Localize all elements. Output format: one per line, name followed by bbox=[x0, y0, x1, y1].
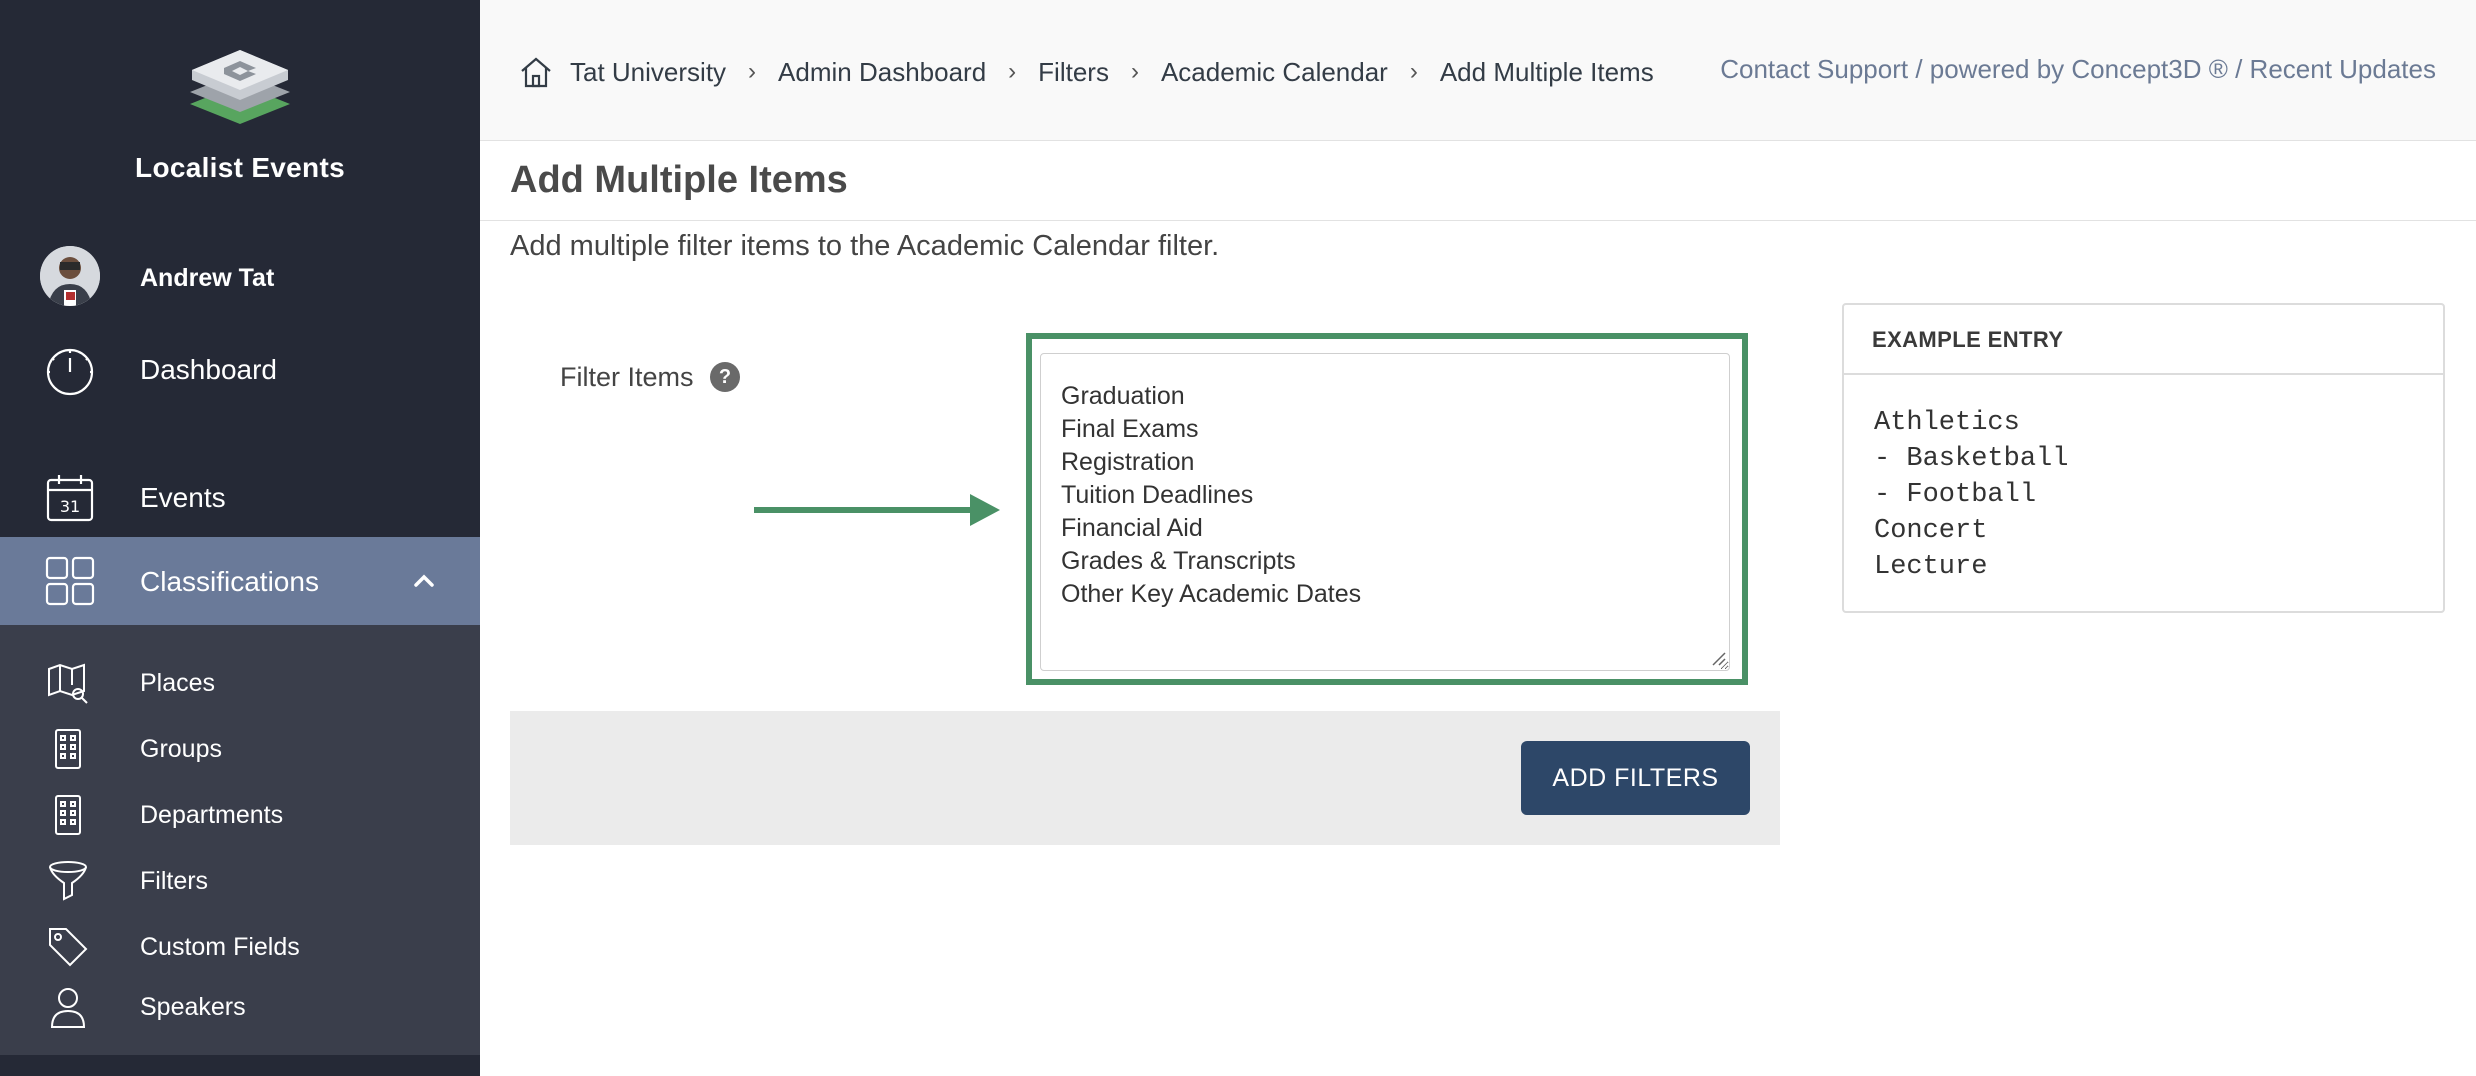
avatar[interactable] bbox=[40, 246, 100, 306]
sidebar-item-departments[interactable]: Departments bbox=[0, 787, 480, 843]
recent-updates-link[interactable]: Recent Updates bbox=[2250, 54, 2436, 84]
link-separator: / bbox=[1908, 54, 1930, 84]
breadcrumb-separator: › bbox=[1008, 58, 1017, 85]
page-description: Add multiple filter items to the Academi… bbox=[510, 230, 1220, 262]
nav-classifications-label: Classifications bbox=[140, 566, 319, 597]
textarea-line: Tuition Deadlines bbox=[1061, 481, 1254, 509]
map-icon bbox=[46, 661, 90, 705]
sidebar-item-speakers[interactable]: Speakers bbox=[0, 979, 480, 1035]
sidebar-item-departments-label: Departments bbox=[140, 801, 284, 829]
top-bar: Tat University › Admin Dashboard › Filte… bbox=[480, 0, 2476, 141]
sidebar-item-places[interactable]: Places bbox=[0, 655, 480, 711]
textarea-line: Financial Aid bbox=[1061, 514, 1203, 542]
example-line: Athletics bbox=[1874, 408, 2020, 438]
help-icon[interactable]: ? bbox=[710, 362, 740, 392]
textarea-line: Registration bbox=[1061, 448, 1195, 476]
textarea-line: Final Exams bbox=[1061, 415, 1199, 443]
localist-logo-icon[interactable] bbox=[0, 46, 480, 136]
classifications-submenu: Places Groups Departments Filters Custom… bbox=[0, 625, 480, 1055]
filter-items-textarea[interactable]: Graduation Final Exams Registration Tuit… bbox=[1040, 353, 1730, 671]
breadcrumb-admin-dashboard[interactable]: Admin Dashboard bbox=[778, 57, 986, 88]
textarea-line: Other Key Academic Dates bbox=[1061, 580, 1362, 608]
textarea-line: Graduation bbox=[1061, 382, 1185, 410]
funnel-icon bbox=[46, 859, 90, 903]
sidebar-item-groups-label: Groups bbox=[140, 735, 222, 763]
textarea-line: Grades & Transcripts bbox=[1061, 547, 1296, 575]
calendar-icon: 31 bbox=[44, 472, 96, 524]
building-icon bbox=[46, 793, 90, 837]
page-header: Add Multiple Items bbox=[480, 141, 2476, 221]
page-title: Add Multiple Items bbox=[510, 159, 848, 201]
example-line: - Football bbox=[1874, 480, 2037, 510]
example-line: Lecture bbox=[1874, 552, 1988, 582]
breadcrumb-separator: › bbox=[1130, 58, 1139, 85]
nav-classifications[interactable]: Classifications bbox=[0, 537, 480, 625]
filter-items-label: Filter Items bbox=[560, 362, 694, 392]
sidebar-item-custom-fields-label: Custom Fields bbox=[140, 933, 300, 961]
sidebar-item-groups[interactable]: Groups bbox=[0, 721, 480, 777]
breadcrumb-filters[interactable]: Filters bbox=[1038, 57, 1109, 88]
nav-events[interactable]: 31 Events bbox=[0, 468, 480, 528]
nav-dashboard[interactable]: Dashboard bbox=[0, 340, 480, 400]
header-links: Contact Support / powered by Concept3D ®… bbox=[1720, 54, 2436, 85]
chevron-up-icon[interactable] bbox=[408, 565, 440, 597]
nav-dashboard-label: Dashboard bbox=[140, 354, 277, 385]
sidebar-item-filters-label: Filters bbox=[140, 867, 209, 895]
breadcrumb-current: Add Multiple Items bbox=[1439, 56, 1654, 87]
brand-name: Localist Events bbox=[135, 152, 345, 183]
example-entry-body: Athletics - Basketball - Football Concer… bbox=[1844, 375, 2443, 615]
breadcrumb: Tat University › Admin Dashboard › Filte… bbox=[516, 52, 1654, 92]
gauge-icon bbox=[44, 344, 96, 396]
example-entry-heading: EXAMPLE ENTRY bbox=[1844, 305, 2443, 375]
user-name[interactable]: Andrew Tat bbox=[140, 264, 274, 293]
building-icon bbox=[46, 727, 90, 771]
sidebar-item-places-label: Places bbox=[140, 669, 216, 697]
sidebar-item-custom-fields[interactable]: Custom Fields bbox=[0, 919, 480, 975]
example-line: - Basketball bbox=[1874, 444, 2069, 474]
add-filters-button[interactable]: ADD FILTERS bbox=[1521, 741, 1750, 815]
svg-text:31: 31 bbox=[60, 497, 80, 516]
home-icon[interactable] bbox=[516, 52, 556, 92]
user-profile[interactable]: Andrew Tat bbox=[0, 244, 480, 312]
powered-by-link[interactable]: powered by Concept3D ® bbox=[1930, 54, 2228, 84]
link-separator: / bbox=[2227, 54, 2250, 84]
sidebar-item-filters[interactable]: Filters bbox=[0, 853, 480, 909]
resize-handle-icon[interactable] bbox=[1710, 650, 1726, 666]
arrow-annotation-icon bbox=[754, 494, 1000, 526]
contact-support-link[interactable]: Contact Support bbox=[1720, 54, 1908, 84]
tag-icon bbox=[46, 925, 90, 969]
breadcrumb-separator: › bbox=[748, 58, 757, 85]
breadcrumb-university[interactable]: Tat University bbox=[570, 57, 726, 88]
breadcrumb-separator: › bbox=[1409, 58, 1418, 85]
grid-icon bbox=[44, 555, 96, 607]
sidebar-item-speakers-label: Speakers bbox=[140, 993, 246, 1021]
nav-events-label: Events bbox=[140, 482, 226, 513]
example-line: Concert bbox=[1874, 516, 1988, 546]
person-icon bbox=[46, 985, 90, 1029]
sidebar: Localist Events Andrew Tat Dashboard 31 … bbox=[0, 0, 480, 1076]
example-entry-panel: EXAMPLE ENTRY Athletics - Basketball - F… bbox=[1842, 303, 2445, 613]
breadcrumb-academic-calendar[interactable]: Academic Calendar bbox=[1161, 57, 1388, 88]
